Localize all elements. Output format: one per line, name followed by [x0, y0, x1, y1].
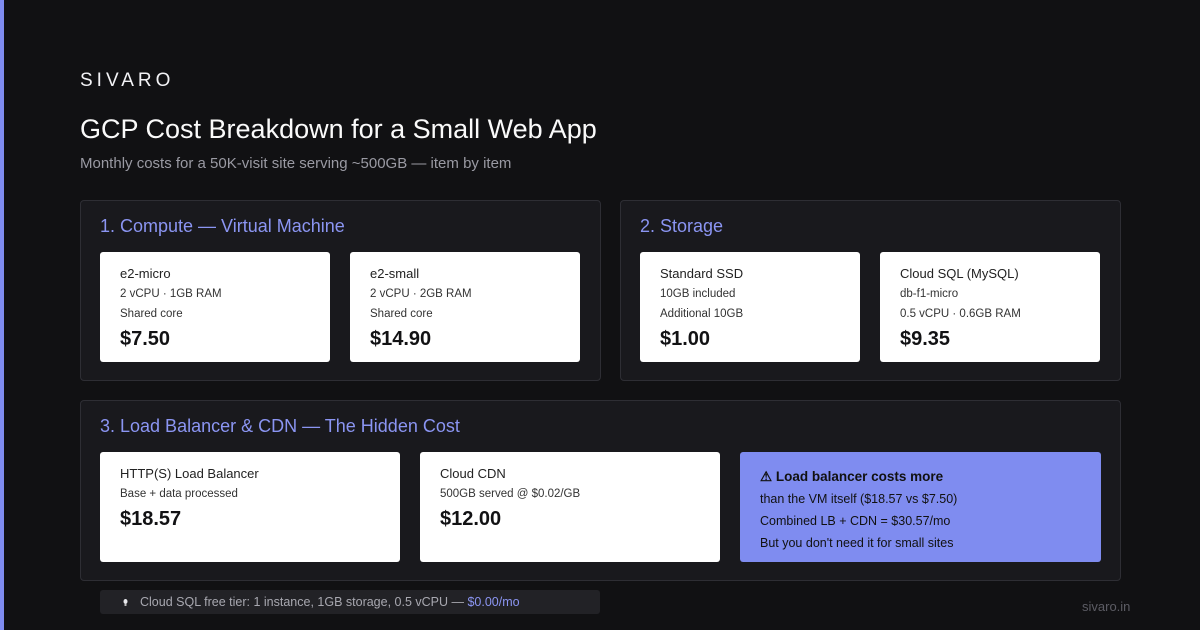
card-name: Cloud CDN: [440, 466, 506, 481]
callout-line: But you don't need it for small sites: [760, 536, 954, 550]
section-compute: 1. Compute — Virtual Machine e2-micro 2 …: [80, 200, 601, 381]
card-detail: 2 vCPU · 1GB RAM: [120, 288, 222, 300]
card-price: $14.90: [370, 328, 432, 350]
card-detail: Additional 10GB: [660, 308, 744, 320]
card-price: $1.00: [660, 328, 711, 350]
cost-card-cloud-sql: Cloud SQL (MySQL) db-f1-micro 0.5 vCPU ·…: [880, 252, 1100, 362]
card-detail: 500GB served @ $0.02/GB: [440, 488, 581, 500]
card-detail: Shared core: [120, 308, 183, 320]
brand-logo: SIVARO: [80, 70, 175, 91]
card-detail: 10GB included: [660, 288, 736, 300]
card-price: $18.57: [120, 508, 182, 530]
card-price: $9.35: [900, 328, 951, 350]
card-name: Cloud SQL (MySQL): [900, 266, 1019, 281]
cost-card-e2-micro: e2-micro 2 vCPU · 1GB RAM Shared core $7…: [100, 252, 330, 362]
section-title: 3. Load Balancer & CDN — The Hidden Cost: [100, 416, 460, 436]
section-load-balancer-cdn: 3. Load Balancer & CDN — The Hidden Cost…: [80, 400, 1121, 581]
card-detail: 0.5 vCPU · 0.6GB RAM: [900, 308, 1021, 320]
footnote-price: $0.00/mo: [467, 595, 520, 609]
cost-card-load-balancer: HTTP(S) Load Balancer Base + data proces…: [100, 452, 400, 562]
callout-line: than the VM itself ($18.57 vs $7.50): [760, 492, 958, 506]
card-price: $7.50: [120, 328, 171, 350]
footnote-text: Cloud SQL free tier: 1 instance, 1GB sto…: [140, 595, 468, 609]
callout-heading: ⚠ Load balancer costs more: [760, 468, 1081, 486]
card-name: HTTP(S) Load Balancer: [120, 466, 259, 481]
warning-icon: ⚠: [760, 469, 773, 484]
section-storage: 2. Storage Standard SSD 10GB included Ad…: [620, 200, 1121, 381]
section-title: 1. Compute — Virtual Machine: [100, 216, 345, 236]
card-detail: db-f1-micro: [900, 288, 959, 300]
page-title: GCP Cost Breakdown for a Small Web App: [80, 114, 597, 144]
card-price: $12.00: [440, 508, 502, 530]
free-tier-footnote: Cloud SQL free tier: 1 instance, 1GB sto…: [100, 590, 600, 614]
accent-bar: [0, 0, 4, 630]
lightbulb-icon: [123, 599, 128, 606]
card-name: e2-micro: [120, 266, 171, 281]
card-detail: 2 vCPU · 2GB RAM: [370, 288, 472, 300]
section-title: 2. Storage: [640, 216, 724, 236]
card-name: Standard SSD: [660, 266, 744, 281]
cost-card-standard-ssd: Standard SSD 10GB included Additional 10…: [640, 252, 860, 362]
cost-card-e2-small: e2-small 2 vCPU · 2GB RAM Shared core $1…: [350, 252, 580, 362]
cost-card-cloud-cdn: Cloud CDN 500GB served @ $0.02/GB $12.00: [420, 452, 720, 562]
warning-callout: ⚠ Load balancer costs more than the VM i…: [740, 452, 1101, 562]
card-detail: Shared core: [370, 308, 433, 320]
site-domain: sivaro.in: [1082, 599, 1131, 614]
callout-line: Combined LB + CDN = $30.57/mo: [760, 514, 951, 528]
callout-heading-text: Load balancer costs more: [775, 469, 944, 484]
page-subtitle: Monthly costs for a 50K-visit site servi…: [80, 155, 512, 172]
card-detail: Base + data processed: [120, 488, 238, 500]
card-name: e2-small: [370, 266, 420, 281]
